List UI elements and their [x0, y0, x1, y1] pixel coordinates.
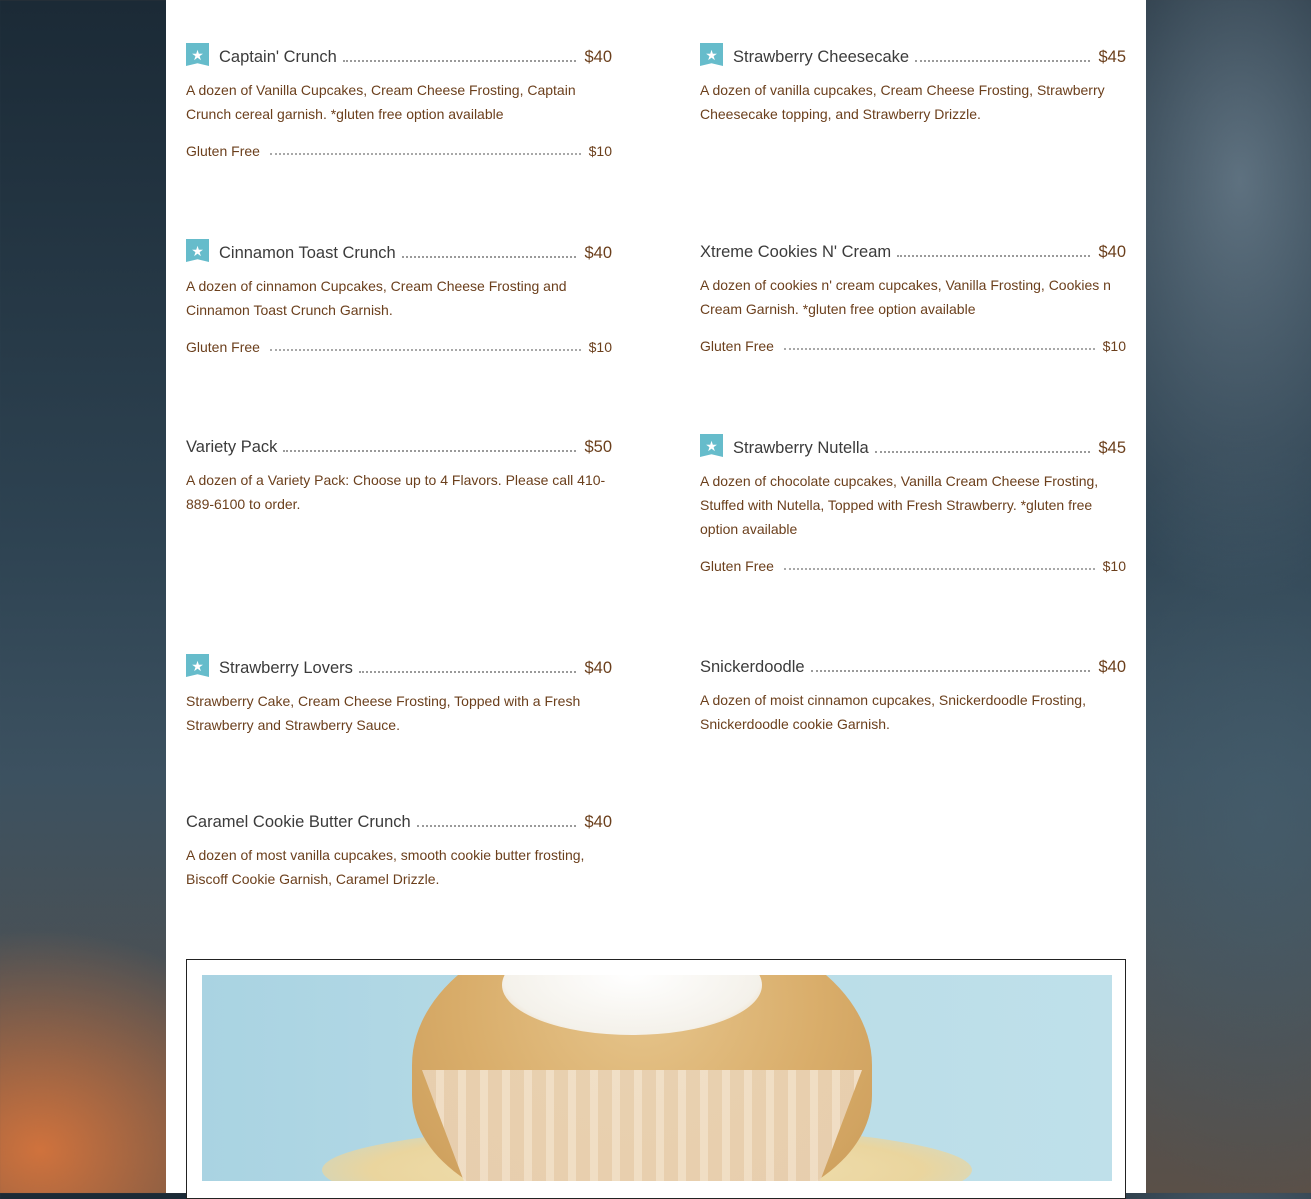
menu-item-xtreme-cookies-n-cream: Xtreme Cookies N' Cream $40 A dozen of c…	[700, 233, 1126, 355]
menu-item-header: Xtreme Cookies N' Cream $40	[700, 233, 1126, 263]
menu-item-name: Xtreme Cookies N' Cream	[700, 243, 892, 261]
option-price: $10	[588, 143, 612, 159]
menu-item-header: Caramel Cookie Butter Crunch $40	[186, 803, 612, 833]
menu-item-option: Gluten Free $10	[700, 335, 1126, 355]
leader-dots	[810, 669, 1091, 672]
leader-dots	[416, 824, 577, 827]
menu-item-header: ★ Cinnamon Toast Crunch $40	[186, 234, 612, 264]
leader-dots	[897, 254, 1091, 257]
menu-item-header: ★ Captain' Crunch $40	[186, 38, 612, 68]
menu-item-price: $50	[584, 438, 612, 456]
leader-dots	[874, 450, 1091, 453]
menu-item-name: Cinnamon Toast Crunch	[219, 244, 396, 262]
menu-item-price: $45	[1098, 439, 1126, 457]
menu-item-price: $45	[1098, 48, 1126, 66]
menu-item-header: ★ Strawberry Lovers $40	[186, 649, 612, 679]
option-label: Gluten Free	[186, 143, 260, 159]
option-price: $10	[588, 339, 612, 355]
menu-item-price: $40	[584, 659, 612, 677]
option-label: Gluten Free	[186, 339, 260, 355]
menu-item-strawberry-cheesecake: ★ Strawberry Cheesecake $45 A dozen of v…	[700, 38, 1126, 126]
menu-item-header: ★ Strawberry Cheesecake $45	[700, 38, 1126, 68]
leader-dots	[269, 152, 581, 155]
photo-liner	[422, 1070, 862, 1181]
menu-item-header: ★ Strawberry Nutella $45	[700, 429, 1126, 459]
menu-item-price: $40	[584, 48, 612, 66]
menu-item-option: Gluten Free $10	[186, 336, 612, 356]
menu-item-description: A dozen of a Variety Pack: Choose up to …	[186, 472, 606, 512]
menu-item-name: Snickerdoodle	[700, 658, 805, 676]
menu-item-name: Captain' Crunch	[219, 48, 337, 66]
menu-item-name: Strawberry Lovers	[219, 659, 353, 677]
cupcake-photo-frame	[186, 959, 1126, 1199]
star-icon: ★	[700, 43, 723, 66]
menu-item-description: A dozen of moist cinnamon cupcakes, Snic…	[700, 692, 1086, 732]
leader-dots	[915, 59, 1091, 62]
menu-item-option: Gluten Free $10	[186, 140, 612, 160]
menu-item-strawberry-nutella: ★ Strawberry Nutella $45 A dozen of choc…	[700, 429, 1126, 575]
menu-item-header: Snickerdoodle $40	[700, 648, 1126, 678]
menu-item-option: Gluten Free $10	[700, 555, 1126, 575]
menu-item-caramel-cookie-butter-crunch: Caramel Cookie Butter Crunch $40 A dozen…	[186, 803, 612, 891]
menu-item-description: A dozen of cookies n' cream cupcakes, Va…	[700, 277, 1111, 317]
option-label: Gluten Free	[700, 558, 774, 574]
star-icon: ★	[186, 239, 209, 262]
leader-dots	[783, 347, 1095, 350]
menu-item-cinnamon-toast-crunch: ★ Cinnamon Toast Crunch $40 A dozen of c…	[186, 234, 612, 356]
menu-item-name: Caramel Cookie Butter Crunch	[186, 813, 411, 831]
menu-item-name: Variety Pack	[186, 438, 278, 456]
menu-item-description: A dozen of Vanilla Cupcakes, Cream Chees…	[186, 82, 576, 122]
menu-item-price: $40	[584, 244, 612, 262]
star-icon: ★	[186, 654, 209, 677]
menu-item-description: A dozen of vanilla cupcakes, Cream Chees…	[700, 82, 1105, 122]
menu-item-description: A dozen of most vanilla cupcakes, smooth…	[186, 847, 585, 887]
menu-item-description: A dozen of chocolate cupcakes, Vanilla C…	[700, 473, 1099, 537]
star-icon: ★	[186, 43, 209, 66]
menu-item-header: Variety Pack $50	[186, 428, 612, 458]
menu-item-name: Strawberry Nutella	[733, 439, 869, 457]
cupcake-photo	[202, 975, 1112, 1181]
star-icon: ★	[700, 434, 723, 457]
leader-dots	[269, 348, 581, 351]
menu-item-strawberry-lovers: ★ Strawberry Lovers $40 Strawberry Cake,…	[186, 649, 612, 737]
leader-dots	[283, 449, 577, 452]
leader-dots	[783, 567, 1095, 570]
menu-item-captain-crunch: ★ Captain' Crunch $40 A dozen of Vanilla…	[186, 38, 612, 160]
menu-item-price: $40	[584, 813, 612, 831]
option-price: $10	[1102, 558, 1126, 574]
option-label: Gluten Free	[700, 338, 774, 354]
menu-item-snickerdoodle: Snickerdoodle $40 A dozen of moist cinna…	[700, 648, 1126, 736]
menu-item-name: Strawberry Cheesecake	[733, 48, 910, 66]
option-price: $10	[1102, 338, 1126, 354]
menu-item-price: $40	[1098, 243, 1126, 261]
leader-dots	[401, 255, 577, 258]
menu-item-price: $40	[1098, 658, 1126, 676]
leader-dots	[358, 670, 577, 673]
menu-item-description: A dozen of cinnamon Cupcakes, Cream Chee…	[186, 278, 567, 318]
leader-dots	[342, 59, 577, 62]
menu-item-variety-pack: Variety Pack $50 A dozen of a Variety Pa…	[186, 428, 612, 516]
menu-item-description: Strawberry Cake, Cream Cheese Frosting, …	[186, 693, 581, 733]
